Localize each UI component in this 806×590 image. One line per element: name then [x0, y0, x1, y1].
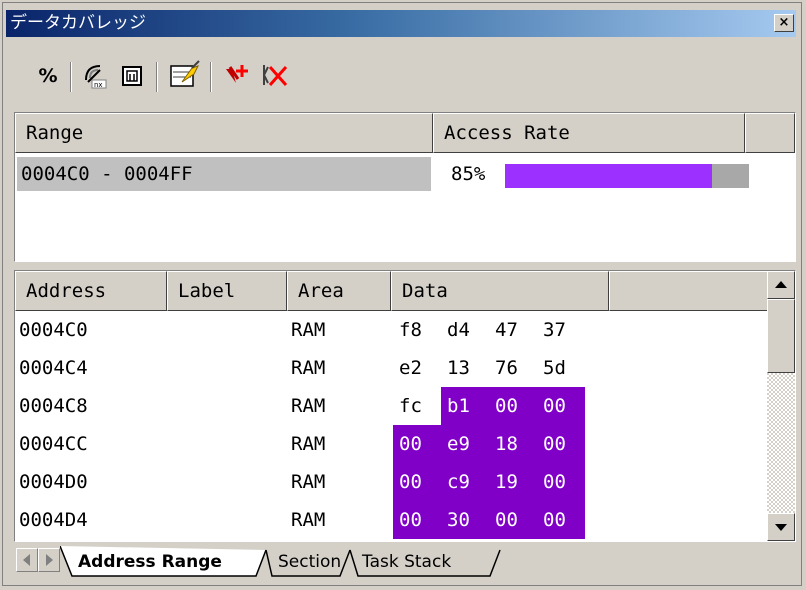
address-cell: 0004C4 — [19, 357, 88, 379]
data-byte: 00 — [543, 471, 566, 493]
data-byte: c9 — [447, 471, 470, 493]
table-row[interactable]: 0004C4 RAM e2 13 76 5d — [15, 349, 767, 387]
area-cell: RAM — [291, 433, 326, 455]
toolbar-separator — [210, 62, 212, 92]
data-byte: 00 — [543, 433, 566, 455]
scroll-up-button[interactable] — [767, 271, 795, 299]
data-byte: e2 — [399, 357, 422, 379]
data-byte: 00 — [399, 433, 422, 455]
table-row[interactable]: 0004C0 RAM f8 d4 47 37 — [15, 311, 767, 349]
range-row[interactable]: 0004C0 - 0004FF 85% — [17, 157, 793, 191]
access-rate-bar — [505, 164, 749, 188]
data-byte: 47 — [495, 319, 518, 341]
data-byte: 00 — [495, 509, 518, 531]
scroll-thumb[interactable] — [767, 299, 795, 373]
tab-task-stack[interactable]: Task Stack — [362, 552, 451, 572]
percent-button[interactable]: % — [30, 58, 66, 94]
satellite-dish-icon: nx — [85, 65, 107, 89]
svg-text:nx: nx — [94, 81, 103, 89]
tab-scroll-left-button[interactable] — [16, 548, 38, 572]
table-row[interactable]: 0004C8 RAM fc b1 00 00 — [15, 387, 767, 425]
data-byte: 00 — [543, 509, 566, 531]
column-header-label[interactable]: Label — [167, 271, 287, 311]
tab-scroll-right-button[interactable] — [38, 548, 60, 572]
delete-range-button[interactable] — [258, 58, 294, 94]
range-list: Range Access Rate 0004C0 - 0004FF 85% — [14, 112, 796, 262]
column-header-empty — [609, 271, 769, 311]
column-header-area[interactable]: Area — [287, 271, 391, 311]
table-row[interactable]: 0004CC RAM 00 e9 18 00 — [15, 425, 767, 463]
toolbar-separator — [156, 62, 158, 92]
title-bar[interactable]: データカバレッジ × — [6, 10, 796, 37]
broom-icon — [170, 60, 200, 87]
data-byte: 18 — [495, 433, 518, 455]
data-byte: 5d — [543, 357, 566, 379]
data-byte: e9 — [447, 433, 470, 455]
scroll-down-button[interactable] — [767, 513, 795, 541]
column-header-data[interactable]: Data — [391, 271, 609, 311]
add-range-icon — [226, 65, 248, 83]
address-cell: 0004D4 — [19, 509, 88, 531]
vertical-scrollbar[interactable] — [767, 271, 795, 541]
address-cell: 0004C8 — [19, 395, 88, 417]
delete-range-icon — [262, 65, 288, 86]
tab-section[interactable]: Section — [278, 552, 341, 572]
data-byte: 00 — [543, 395, 566, 417]
data-grid: Address Label Area Data 0004C0 RAM f8 d4 47 3… — [14, 270, 796, 542]
memory-chip-icon — [122, 66, 142, 86]
data-byte: 19 — [495, 471, 518, 493]
data-byte: b1 — [447, 395, 470, 417]
column-header-access-rate[interactable]: Access Rate — [433, 113, 745, 153]
data-byte: 30 — [447, 509, 470, 531]
range-value: 0004C0 - 0004FF — [17, 157, 431, 191]
area-cell: RAM — [291, 395, 326, 417]
data-byte: 00 — [495, 395, 518, 417]
address-cell: 0004C0 — [19, 319, 88, 341]
data-rows: 0004C0 RAM f8 d4 47 37 0004C4 RAM e2 13 76 5d 0004C8… — [15, 311, 767, 539]
address-cell: 0004D0 — [19, 471, 88, 493]
data-byte: 76 — [495, 357, 518, 379]
area-cell: RAM — [291, 471, 326, 493]
memory-button[interactable] — [114, 58, 150, 94]
area-cell: RAM — [291, 319, 326, 341]
table-row[interactable]: 0004D4 RAM 00 30 00 00 — [15, 501, 767, 539]
add-range-button[interactable] — [220, 58, 256, 94]
data-byte: d4 — [447, 319, 470, 341]
close-button[interactable]: × — [774, 14, 794, 32]
triangle-right-icon — [46, 554, 53, 566]
data-byte: 00 — [399, 471, 422, 493]
arrow-up-icon — [775, 281, 787, 288]
window-title: データカバレッジ — [10, 13, 146, 33]
data-byte: fc — [399, 395, 422, 417]
access-rate-text: 85% — [451, 163, 486, 185]
address-cell: 0004CC — [19, 433, 88, 455]
access-rate-fill — [505, 164, 713, 188]
data-byte: 13 — [447, 357, 470, 379]
triangle-left-icon — [23, 554, 30, 566]
clear-button[interactable] — [166, 58, 202, 94]
toolbar-separator — [70, 62, 72, 92]
toolbar: % nx — [14, 58, 794, 102]
data-byte: 37 — [543, 319, 566, 341]
table-row[interactable]: 0004D0 RAM 00 c9 19 00 — [15, 463, 767, 501]
data-byte: 00 — [399, 509, 422, 531]
column-header-range[interactable]: Range — [15, 113, 433, 153]
data-byte: f8 — [399, 319, 422, 341]
column-header-address[interactable]: Address — [15, 271, 167, 311]
tab-address-range[interactable]: Address Range — [78, 552, 222, 572]
tab-strip: Address Range Section Task Stack — [16, 546, 794, 578]
column-header-empty — [745, 113, 795, 153]
arrow-down-icon — [775, 524, 787, 531]
area-cell: RAM — [291, 357, 326, 379]
area-cell: RAM — [291, 509, 326, 531]
coverage-source-button[interactable]: nx — [78, 58, 114, 94]
